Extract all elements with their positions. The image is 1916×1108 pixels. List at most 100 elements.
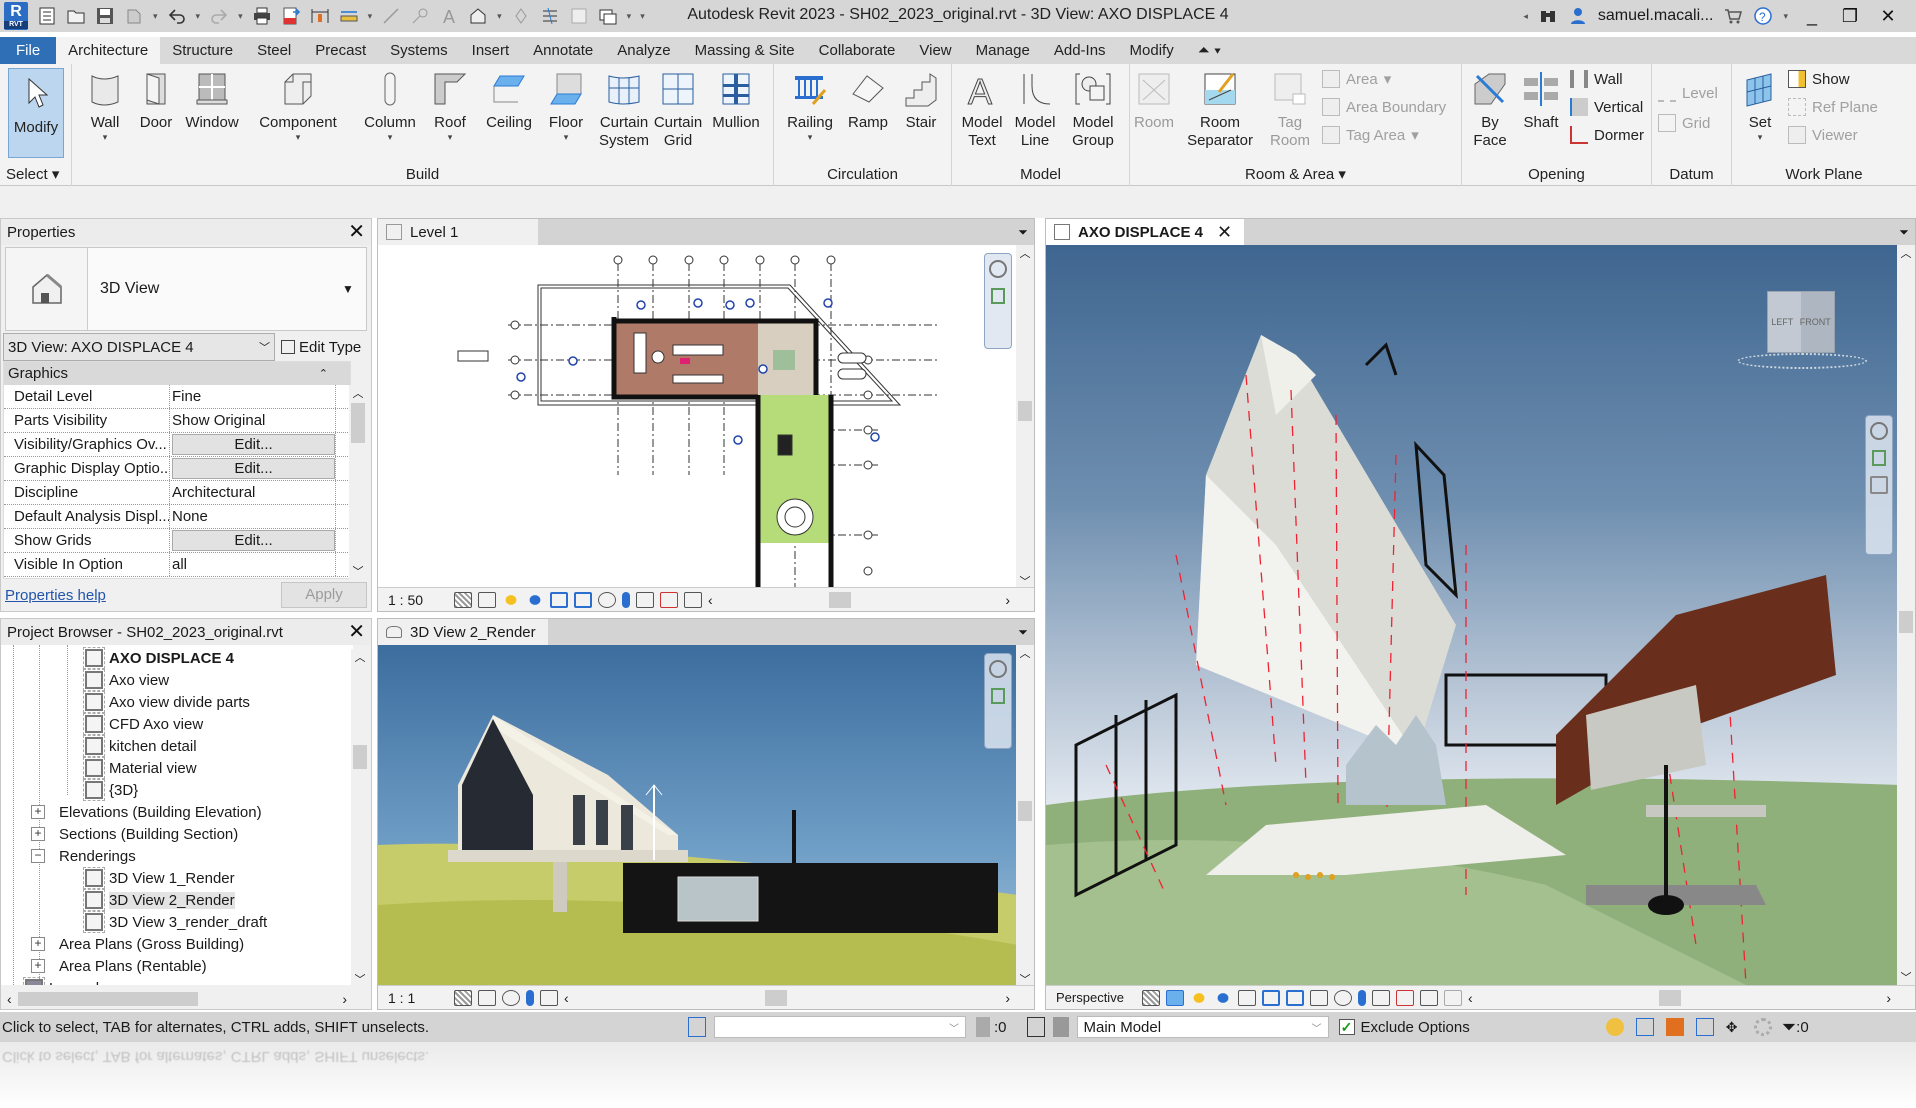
temporary-hide-icon[interactable] (598, 591, 616, 608)
browser-item[interactable]: Legends (23, 977, 107, 985)
sync-icon[interactable] (124, 6, 144, 26)
design-option-set-icon[interactable] (1052, 1017, 1069, 1037)
properties-scrollbar[interactable]: ︿ ﹀ (349, 385, 367, 579)
hscroll-thumb[interactable] (828, 591, 851, 608)
print-icon[interactable] (252, 6, 272, 26)
constraints-icon[interactable] (1444, 989, 1462, 1006)
design-option-dropdown[interactable]: Main Model ﹀ (1076, 1016, 1329, 1038)
dimension-dropdown-icon[interactable]: ▾ (368, 11, 373, 22)
viewcube-left-face[interactable]: LEFT (1771, 317, 1793, 327)
door-button[interactable]: Door (132, 70, 180, 132)
user-name[interactable]: samuel.macali... (1598, 7, 1714, 25)
viewcube-compass-ring[interactable] (1737, 353, 1867, 369)
undo-dropdown-icon[interactable]: ▾ (196, 11, 201, 22)
floor-button[interactable]: Floor ▾ (540, 70, 592, 142)
edit-type-button[interactable]: Edit Type (281, 339, 361, 356)
orbit-icon[interactable] (1870, 476, 1888, 494)
redo-dropdown-icon[interactable]: ▾ (238, 11, 243, 22)
close-properties-button[interactable]: ✕ (348, 222, 365, 242)
ramp-button[interactable]: Ramp (842, 70, 894, 132)
floor-plan-canvas[interactable] (378, 245, 1016, 589)
scroll-thumb[interactable] (1018, 801, 1032, 821)
section-icon[interactable] (511, 6, 531, 26)
reveal-hidden-icon[interactable] (622, 591, 630, 608)
browser-item[interactable]: + Elevations (Building Elevation) (31, 801, 262, 823)
apply-button[interactable]: Apply (281, 582, 367, 608)
tab-analyze[interactable]: Analyze (605, 37, 682, 64)
temp-view-properties-icon[interactable] (636, 591, 654, 608)
crop-view-icon[interactable] (1262, 989, 1280, 1006)
by-face-button[interactable]: By Face (1466, 70, 1514, 150)
roof-button[interactable]: Roof ▾ (424, 70, 476, 142)
property-value[interactable]: None (170, 505, 336, 528)
wall-opening-button[interactable]: Wall (1570, 70, 1623, 88)
minimize-button[interactable]: _ (1798, 6, 1826, 27)
scroll-down-icon[interactable]: ﹀ (1901, 969, 1912, 985)
view-scale[interactable]: 1 : 1 (388, 990, 448, 1006)
tab-modify[interactable]: Modify (1118, 37, 1186, 64)
browser-item[interactable]: {3D} (83, 779, 138, 801)
panel-select-title[interactable]: Select ▾ (0, 165, 71, 183)
scroll-up-icon[interactable]: ︿ (355, 649, 366, 665)
sync-dropdown-icon[interactable]: ▾ (153, 11, 158, 22)
home-icon[interactable] (37, 6, 57, 26)
area-button[interactable]: Area ▾ (1322, 70, 1391, 88)
zoom-region-icon[interactable] (1872, 450, 1886, 466)
exclude-options-checkbox[interactable]: ✓ (1338, 1019, 1355, 1035)
select-underlay-icon[interactable] (1635, 1018, 1654, 1036)
browser-item[interactable]: 3D View 2_Render (83, 889, 235, 911)
model-text-button[interactable]: A Model Text (956, 70, 1008, 150)
level-button[interactable]: Level (1658, 84, 1718, 102)
reveal-hidden-icon[interactable] (1358, 989, 1366, 1006)
component-button[interactable]: Component ▾ (250, 70, 346, 142)
property-value[interactable]: all (170, 553, 336, 576)
3d-view-dropdown-icon[interactable]: ▾ (497, 11, 502, 22)
room-separator-button[interactable]: Room Separator (1180, 70, 1260, 150)
tab-file[interactable]: File (0, 37, 57, 64)
analytical-model-icon[interactable] (1420, 989, 1438, 1006)
edit-button[interactable]: Edit... (172, 458, 335, 479)
customize-qat-icon[interactable]: ▾ (640, 11, 645, 22)
tab-level-1[interactable]: Level 1 (378, 219, 538, 245)
close-window-button[interactable]: ✕ (1874, 6, 1902, 27)
scroll-right-icon[interactable]: › (1886, 990, 1891, 1006)
steering-wheel-icon[interactable] (989, 660, 1007, 678)
curtain-grid-button[interactable]: Curtain Grid (652, 70, 704, 150)
info-center-collapse-icon[interactable]: ◂ (1523, 11, 1528, 22)
browser-item[interactable]: Axo view divide parts (83, 691, 250, 713)
lock-3d-view-icon[interactable] (1310, 989, 1328, 1006)
temp-view-properties-icon[interactable] (1372, 989, 1390, 1006)
scroll-up-icon[interactable]: ︿ (353, 385, 364, 401)
type-selector[interactable]: 3D View ▼ (5, 247, 367, 331)
render-vscrollbar[interactable]: ︿ ﹀ (1016, 645, 1034, 987)
navigation-bar[interactable] (984, 253, 1012, 349)
close-browser-button[interactable]: ✕ (348, 622, 365, 642)
visual-style-icon[interactable] (1166, 989, 1184, 1006)
detail-level-icon[interactable] (1142, 989, 1160, 1006)
show-crop-icon[interactable] (574, 591, 592, 608)
constraints-icon[interactable] (684, 591, 702, 608)
modify-button[interactable]: Modify (8, 68, 64, 158)
scroll-up-icon[interactable]: ︿ (1020, 245, 1031, 261)
render-icon[interactable] (1238, 989, 1256, 1006)
grid-button[interactable]: Grid (1658, 114, 1710, 132)
tag-room-button[interactable]: Tag Room (1264, 70, 1316, 150)
tab-systems[interactable]: Systems (378, 37, 460, 64)
show-work-plane-button[interactable]: Show (1788, 70, 1850, 88)
browser-item[interactable]: − Renderings (31, 845, 136, 867)
curtain-system-button[interactable]: Curtain System (596, 70, 652, 150)
thin-lines-icon[interactable] (540, 6, 560, 26)
dormer-button[interactable]: Dormer (1570, 126, 1644, 144)
stair-button[interactable]: Stair (896, 70, 946, 132)
browser-item[interactable]: CFD Axo view (83, 713, 203, 735)
ceiling-button[interactable]: Ceiling (480, 70, 538, 132)
switch-windows-icon[interactable] (598, 6, 618, 26)
navigation-bar[interactable] (984, 653, 1012, 749)
cart-icon[interactable] (1723, 6, 1743, 26)
tab-steel[interactable]: Steel (245, 37, 303, 64)
model-group-button[interactable]: Model Group (1062, 70, 1124, 150)
railing-button[interactable]: Railing ▾ (780, 70, 840, 142)
hscroll-thumb[interactable] (17, 992, 198, 1006)
edit-button[interactable]: Edit... (172, 530, 335, 551)
sun-path-icon[interactable] (502, 591, 520, 608)
